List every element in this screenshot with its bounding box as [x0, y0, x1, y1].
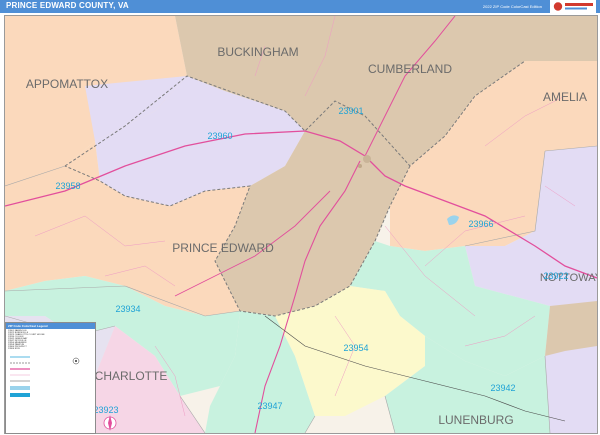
zip-label-23922: 23922 [543, 271, 568, 281]
zip-label-23954: 23954 [343, 343, 368, 353]
county-label-prince-edward: PRINCE EDWARD [172, 241, 274, 255]
legend-row: 23966 RICE [8, 348, 20, 350]
edition-label: 2022 ZIP Code ColorCast Edition [482, 4, 542, 9]
zip-label-23960: 23960 [207, 131, 232, 141]
county-label-appomattox: APPOMATTOX [26, 77, 108, 91]
map-title: PRINCE EDWARD COUNTY, VA [6, 1, 129, 10]
zip-label-23966: 23966 [468, 219, 493, 229]
county-label-charlotte: CHARLOTTE [95, 369, 168, 383]
zip-label-23923: 23923 [93, 405, 118, 415]
map-page: PRINCE EDWARD COUNTY, VA 2022 ZIP Code C… [0, 0, 600, 435]
legend-panel: ZIP Code ColorCast Legend 23901 FARMVILL… [5, 322, 96, 434]
zip-label-23947: 23947 [257, 401, 282, 411]
legend-zip-list: 23901 FARMVILLE 23922 BURKEVILLE 23923 C… [6, 329, 95, 351]
logo-mark [550, 0, 596, 13]
county-label-amelia: AMELIA [543, 90, 587, 104]
county-label-lunenburg: LUNENBURG [438, 413, 513, 427]
zip-label-23901: 23901 [338, 106, 363, 116]
publisher-logo [550, 0, 596, 13]
title-bar: PRINCE EDWARD COUNTY, VA 2022 ZIP Code C… [0, 0, 600, 13]
zip-label-23934: 23934 [115, 304, 140, 314]
county-label-buckingham: BUCKINGHAM [217, 45, 298, 59]
zip-label-23958: 23958 [55, 181, 80, 191]
county-label-cumberland: CUMBERLAND [368, 62, 452, 76]
zip-label-23942: 23942 [490, 383, 515, 393]
legend-symbols [10, 356, 80, 397]
